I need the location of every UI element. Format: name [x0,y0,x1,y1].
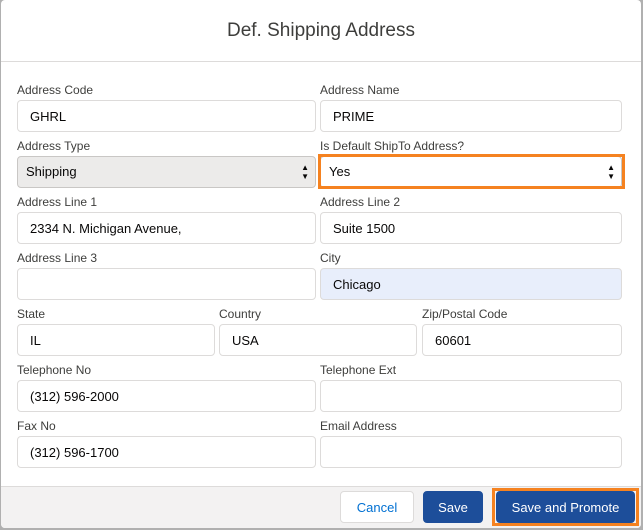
save-button[interactable]: Save [423,491,483,523]
telephone-no-field: Telephone No [17,363,316,413]
zip-input[interactable] [422,324,622,356]
default-shipto-highlight [318,154,625,189]
updown-arrows-icon: ▲ ▼ [301,163,309,181]
address-line-2-label: Address Line 2 [320,195,401,209]
address-type-field: Address Type Shipping ▲ ▼ [17,139,316,189]
address-line-1-label: Address Line 1 [17,195,98,209]
country-input[interactable] [219,324,417,356]
address-code-label: Address Code [17,83,94,97]
fax-no-input[interactable] [17,436,316,468]
address-line-2-input[interactable] [320,212,622,244]
address-name-field: Address Name [320,83,622,133]
zip-field: Zip/Postal Code [422,307,622,357]
telephone-ext-field: Telephone Ext [320,363,622,413]
state-field: State [17,307,215,357]
city-label: City [320,251,341,265]
form-body: Address Code Address Name Address Type S… [1,62,641,486]
fax-no-field: Fax No [17,419,316,469]
country-field: Country [219,307,417,357]
email-input[interactable] [320,436,622,468]
address-type-select[interactable]: Shipping ▲ ▼ [17,156,316,188]
fax-no-label: Fax No [17,419,56,433]
address-name-label: Address Name [320,83,400,97]
address-line-3-field: Address Line 3 [17,251,316,301]
email-label: Email Address [320,419,397,433]
address-line-1-input[interactable] [17,212,316,244]
address-code-input[interactable] [17,100,316,132]
modal-footer: Cancel Save Save and Promote [1,486,641,528]
telephone-ext-input[interactable] [320,380,622,412]
modal-header: Def. Shipping Address [1,0,641,62]
country-label: Country [219,307,262,321]
address-type-label: Address Type [17,139,91,153]
address-code-field: Address Code [17,83,316,133]
address-type-value: Shipping [26,164,77,179]
telephone-ext-label: Telephone Ext [320,363,397,377]
shipping-address-modal: Def. Shipping Address Address Code Addre… [1,0,641,528]
modal-title: Def. Shipping Address [226,19,415,41]
city-input[interactable] [320,268,622,300]
cancel-button[interactable]: Cancel [340,491,414,523]
zip-label: Zip/Postal Code [422,307,508,321]
address-name-input[interactable] [320,100,622,132]
address-line-3-input[interactable] [17,268,316,300]
telephone-no-label: Telephone No [17,363,92,377]
city-field: City [320,251,622,301]
address-line-1-field: Address Line 1 [17,195,316,245]
default-shipto-label: Is Default ShipTo Address? [320,139,465,153]
state-input[interactable] [17,324,215,356]
state-label: State [17,307,46,321]
address-line-2-field: Address Line 2 [320,195,622,245]
address-line-3-label: Address Line 3 [17,251,98,265]
save-and-promote-highlight [492,488,639,526]
telephone-no-input[interactable] [17,380,316,412]
email-field: Email Address [320,419,622,469]
